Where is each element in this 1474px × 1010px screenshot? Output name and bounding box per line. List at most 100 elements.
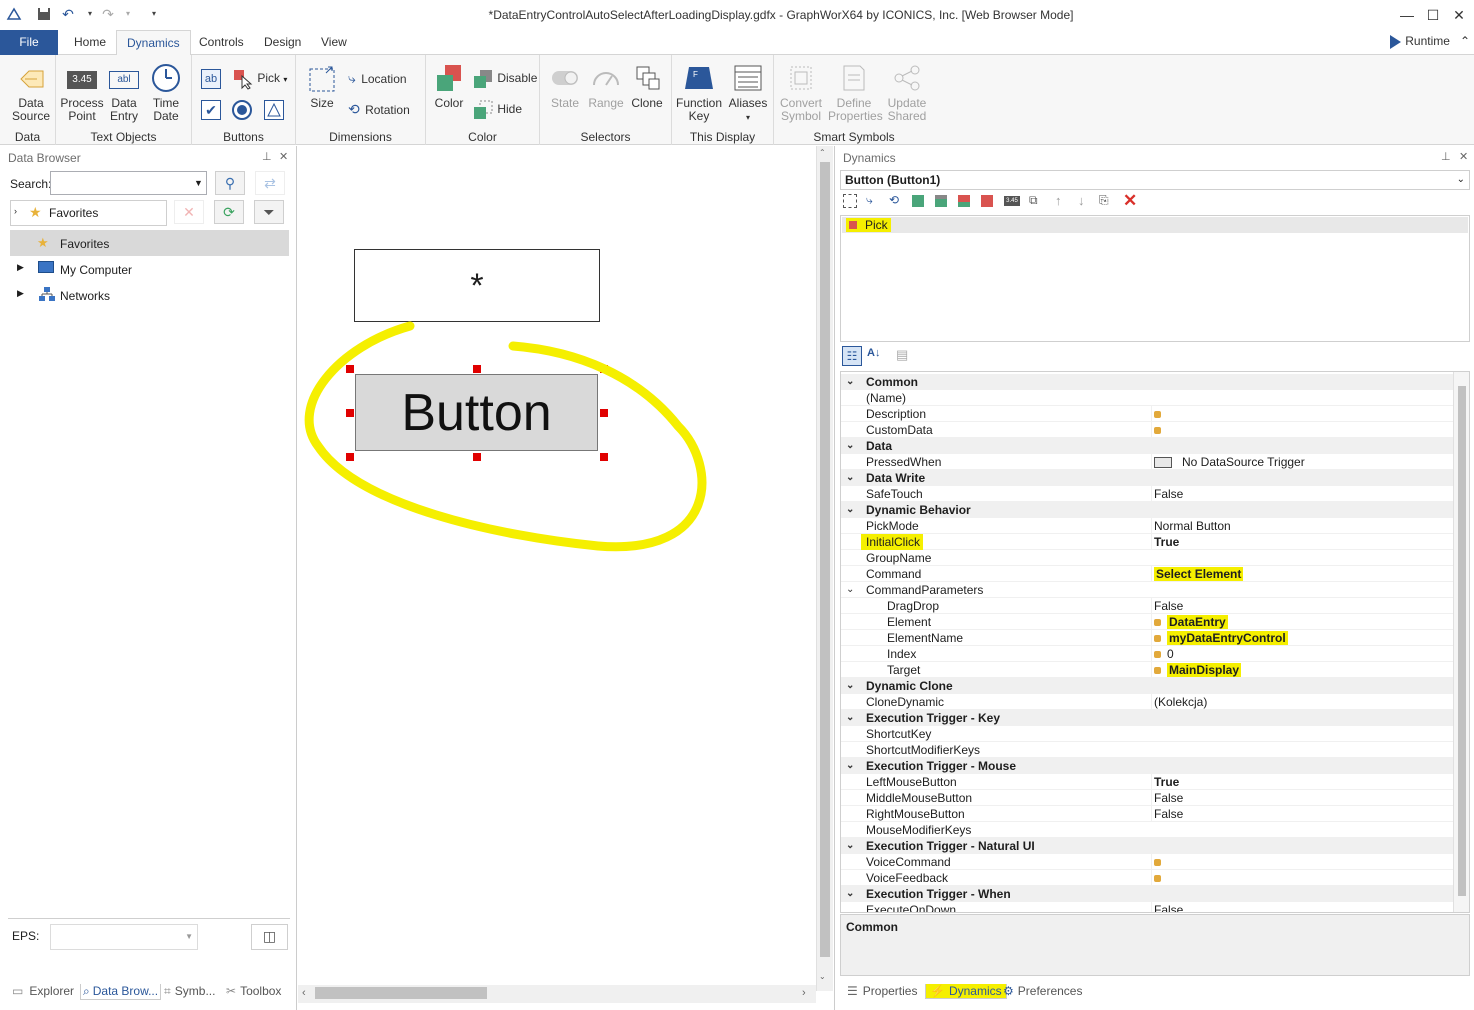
property-row[interactable]: PickMode Normal Button <box>841 518 1453 534</box>
runtime-button[interactable]: Runtime ⌃ <box>1390 34 1470 49</box>
property-value[interactable]: Select Element <box>1151 566 1451 582</box>
collapse-chevron-icon[interactable]: ⌄ <box>846 470 854 486</box>
tab-preferences[interactable]: ⚙ Preferences <box>1003 984 1082 998</box>
data-entry-control[interactable]: * <box>354 249 600 322</box>
clone-dyn-icon[interactable]: ⧉ <box>1029 193 1038 208</box>
property-value[interactable]: False <box>1151 598 1451 614</box>
panel-close-icon[interactable]: ✕ <box>279 150 288 163</box>
property-value[interactable]: DataEntry <box>1151 614 1451 630</box>
property-value[interactable]: False <box>1151 806 1451 822</box>
pin-icon[interactable]: ⊥ <box>1441 150 1451 163</box>
size-button[interactable]: Size <box>304 63 340 110</box>
scroll-right-icon[interactable]: › <box>802 987 806 999</box>
tab-dynamics-panel[interactable]: ⚡ Dynamics <box>925 984 1007 999</box>
property-grid[interactable]: ⌄ Common (Name) Description CustomData ⌄ Data P… <box>840 371 1470 913</box>
property-row[interactable]: InitialClick True <box>841 534 1453 550</box>
binding-icon[interactable] <box>1154 427 1161 435</box>
property-row[interactable]: Element DataEntry <box>841 614 1453 630</box>
property-category[interactable]: ⌄ Dynamic Behavior <box>841 502 1453 518</box>
property-grid-scrollbar[interactable] <box>1453 372 1469 912</box>
property-category[interactable]: ⌄ Execution Trigger - Key <box>841 710 1453 726</box>
define-properties-button[interactable]: Define Properties <box>828 63 883 123</box>
property-category[interactable]: ⌄ Dynamic Clone <box>841 678 1453 694</box>
property-pages-icon[interactable]: ▤ <box>896 347 908 363</box>
scroll-thumb[interactable] <box>315 987 487 999</box>
pick-button[interactable]: Pick ▾ <box>232 68 287 90</box>
disable-button[interactable]: Disable <box>472 69 537 89</box>
slider-icon[interactable] <box>264 100 284 120</box>
property-row[interactable]: ⌄ CommandParameters <box>841 582 1453 598</box>
data-source-button[interactable]: Data Source <box>8 63 54 123</box>
collapse-chevron-icon[interactable]: ⌄ <box>846 710 854 726</box>
tree-item-favorites[interactable]: ★ Favorites <box>10 230 289 256</box>
tab-explorer[interactable]: ▭ Explorer <box>12 984 74 998</box>
rotation-button[interactable]: ⟲ Rotation <box>348 101 410 118</box>
property-value[interactable]: True <box>1151 534 1451 550</box>
tab-toolbox[interactable]: ✂ Toolbox <box>226 984 281 998</box>
property-value[interactable]: MainDisplay <box>1151 662 1451 678</box>
property-row[interactable]: ShortcutKey <box>841 726 1453 742</box>
scroll-down-icon[interactable]: ⌄ <box>819 972 826 981</box>
property-row[interactable]: Description <box>841 406 1453 422</box>
property-row[interactable]: (Name) <box>841 390 1453 406</box>
canvas-vertical-scrollbar[interactable]: ⌃ ⌄ <box>816 146 833 991</box>
scroll-thumb[interactable] <box>820 162 830 957</box>
delete-favorite-button[interactable]: ✕ <box>174 200 204 224</box>
categorized-icon[interactable]: ☷ <box>842 346 862 366</box>
tab-symbols[interactable]: ⌗ Symb... <box>164 984 215 999</box>
property-row[interactable]: RightMouseButton False <box>841 806 1453 822</box>
swap-button[interactable]: ⇄ <box>255 171 285 195</box>
convert-symbol-button[interactable]: Convert Symbol <box>776 63 826 123</box>
collapse-chevron-icon[interactable]: ⌄ <box>846 438 854 454</box>
disable-dyn-icon[interactable] <box>935 195 947 207</box>
canvas-horizontal-scrollbar[interactable]: ‹ › <box>298 985 816 1003</box>
tab-design[interactable]: Design <box>254 30 311 55</box>
property-row[interactable]: MouseModifierKeys <box>841 822 1453 838</box>
scroll-thumb[interactable] <box>1458 386 1466 896</box>
property-value[interactable]: False <box>1151 790 1451 806</box>
panel-close-icon[interactable]: ✕ <box>1459 150 1468 163</box>
binding-icon[interactable] <box>1154 859 1161 867</box>
collapse-chevron-icon[interactable]: ⌄ <box>846 502 854 518</box>
tab-properties[interactable]: ☰ Properties <box>847 984 917 998</box>
process-point-dyn-icon[interactable]: 3.45 <box>1004 196 1020 206</box>
property-category[interactable]: ⌄ Data <box>841 438 1453 454</box>
property-category[interactable]: ⌄ Common <box>841 374 1453 390</box>
rotation-dyn-icon[interactable]: ⟲ <box>889 193 899 207</box>
update-shared-button[interactable]: Update Shared <box>882 63 932 123</box>
move-dyn-icon[interactable] <box>912 195 924 207</box>
tab-dynamics[interactable]: Dynamics <box>116 30 191 56</box>
property-value[interactable]: False <box>1151 902 1451 912</box>
filter-button[interactable]: ⏷ <box>254 200 284 224</box>
binding-icon[interactable] <box>1154 411 1161 419</box>
dynamics-list[interactable]: Pick <box>840 215 1470 342</box>
favorites-combo[interactable]: › ★ Favorites <box>10 200 167 226</box>
property-value[interactable]: 0 <box>1151 646 1451 662</box>
delete-dynamic-icon[interactable]: ✕ <box>1123 191 1137 211</box>
property-row[interactable]: VoiceCommand <box>841 854 1453 870</box>
property-value[interactable]: No DataSource Trigger <box>1151 454 1451 470</box>
color-swatch[interactable] <box>1154 457 1172 469</box>
pick-dyn-icon[interactable] <box>981 195 993 207</box>
location-dyn-icon[interactable]: ⤷ <box>866 193 873 208</box>
tree-item-my-computer[interactable]: ▶ My Computer <box>10 257 289 281</box>
eps-select[interactable]: ▼ <box>50 924 198 950</box>
property-value[interactable]: True <box>1151 774 1451 790</box>
function-key-button[interactable]: F Function Key <box>676 63 722 123</box>
property-value[interactable]: myDataEntryControl <box>1151 630 1451 646</box>
collapse-chevron-icon[interactable]: ⌄ <box>846 886 854 902</box>
state-button[interactable]: State <box>546 63 584 110</box>
clone-button[interactable]: Clone <box>628 63 666 110</box>
property-row[interactable]: SafeTouch False <box>841 486 1453 502</box>
refresh-button[interactable]: ⟳ <box>214 200 244 224</box>
collapse-chevron-icon[interactable]: ⌄ <box>846 678 854 694</box>
list-item[interactable]: Pick <box>842 217 1468 233</box>
expand-icon[interactable]: ▶ <box>17 288 24 299</box>
property-row[interactable]: CloneDynamic (Kolekcja) <box>841 694 1453 710</box>
tab-controls[interactable]: Controls <box>189 30 254 55</box>
property-value[interactable] <box>1151 870 1451 886</box>
property-value[interactable] <box>1151 422 1451 438</box>
size-dyn-icon[interactable] <box>843 194 857 208</box>
color-button[interactable]: Color <box>430 63 468 110</box>
design-canvas[interactable]: * Button <box>298 146 818 991</box>
